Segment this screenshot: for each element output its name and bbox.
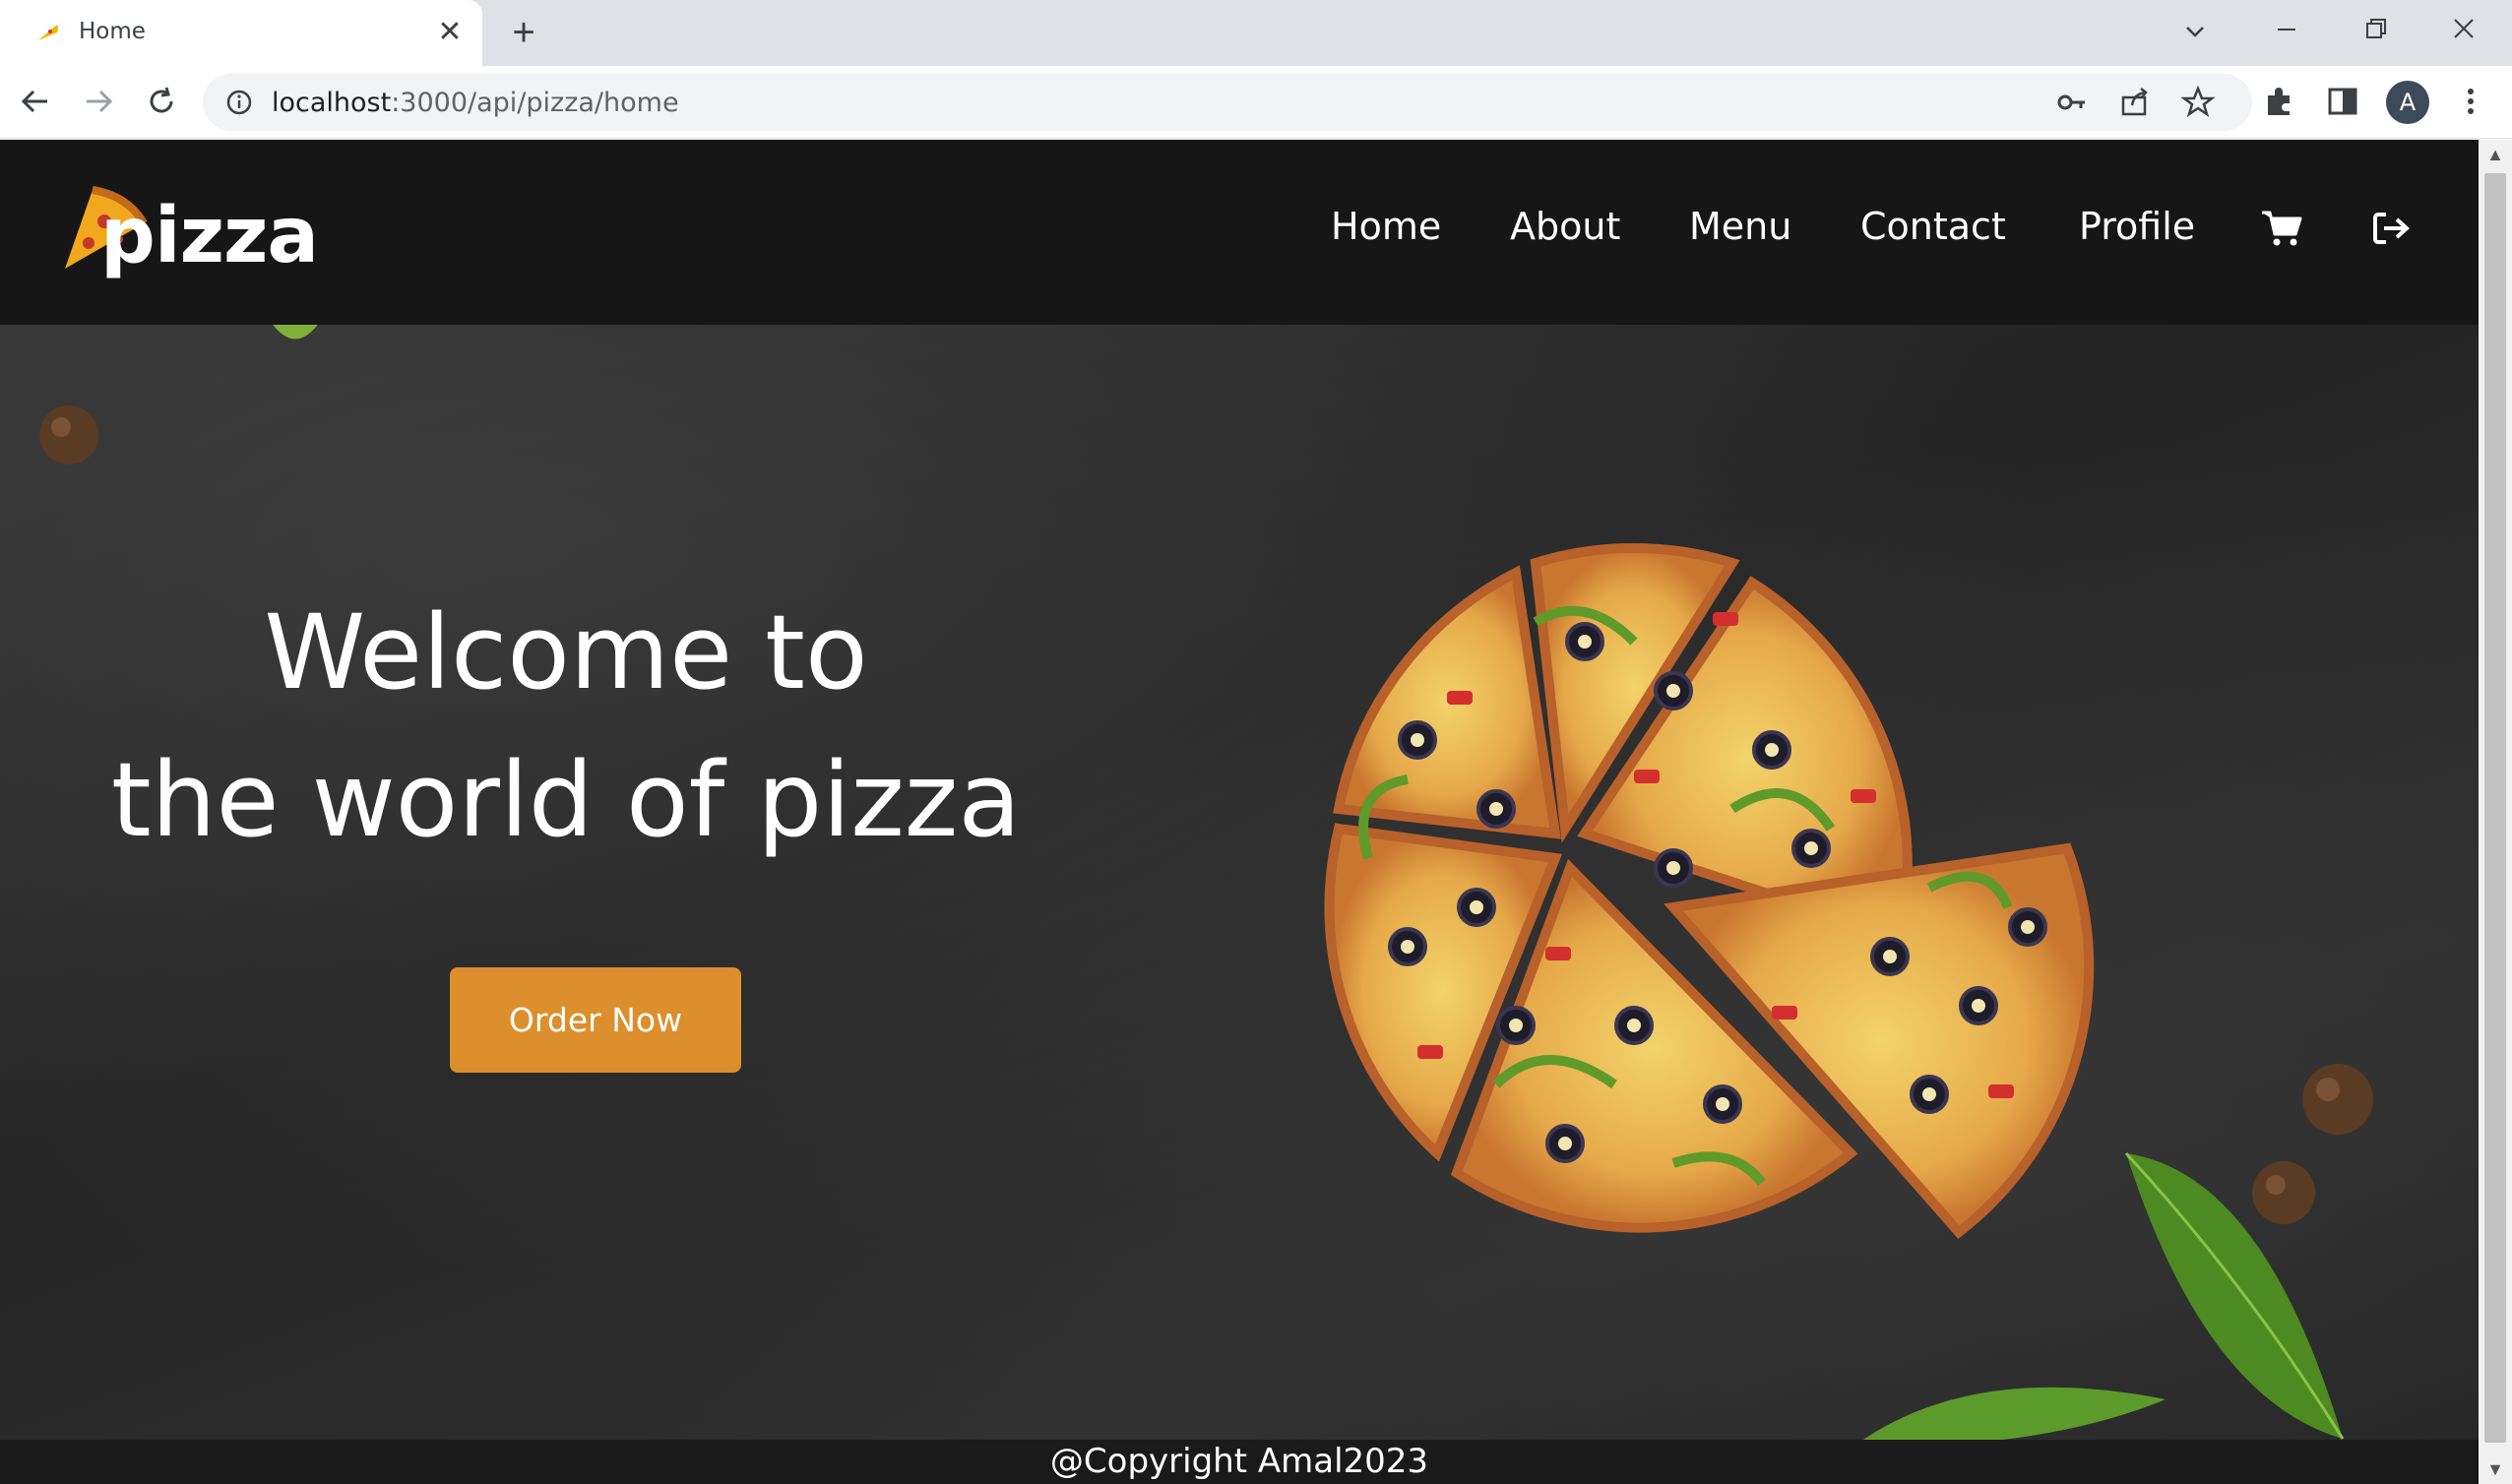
peppercorn-image: [39, 405, 98, 464]
logo-text: pizza: [100, 192, 319, 280]
tab-title: Home: [79, 19, 146, 44]
copyright-text: @Copyright Amal2023: [1049, 1442, 1429, 1481]
menu-dots-icon[interactable]: [2451, 82, 2490, 121]
site-navbar: pizza Home About Menu Contact Profile: [0, 140, 2479, 325]
url-text[interactable]: localhost:3000/api/pizza/home: [272, 88, 679, 118]
cart-icon[interactable]: [2260, 209, 2303, 248]
basil-leaf-image: [271, 322, 320, 340]
restore-icon: [2366, 19, 2386, 38]
scroll-down-arrow-icon[interactable]: ▼: [2479, 1454, 2512, 1484]
restore-button[interactable]: [2331, 0, 2419, 59]
nav-link-home[interactable]: Home: [1331, 205, 1441, 248]
star-icon[interactable]: [2181, 86, 2215, 119]
browser-tab-strip: Home ✕ +: [0, 0, 2512, 66]
reload-icon[interactable]: [140, 80, 183, 123]
site-footer: @Copyright Amal2023: [0, 1440, 2479, 1484]
key-icon[interactable]: [2055, 86, 2089, 119]
minimize-button[interactable]: [2242, 0, 2331, 59]
address-bar[interactable]: localhost:3000/api/pizza/home: [203, 74, 2252, 131]
hero-heading-line2: the world of pizza: [110, 740, 1022, 860]
scroll-thumb[interactable]: [2484, 173, 2506, 1443]
logout-icon[interactable]: [2370, 209, 2414, 248]
page-scrollbar[interactable]: ▲ ▼: [2479, 140, 2512, 1484]
share-icon[interactable]: [2118, 86, 2152, 119]
scroll-up-arrow-icon[interactable]: ▲: [2479, 140, 2512, 169]
page-viewport: pizza Home About Menu Contact Profile We…: [0, 140, 2479, 1484]
extensions-icon[interactable]: [2260, 82, 2299, 121]
browser-toolbar: localhost:3000/api/pizza/home A: [0, 66, 2512, 139]
side-panel-icon[interactable]: [2323, 82, 2362, 121]
forward-icon[interactable]: [77, 80, 120, 123]
nav-link-profile[interactable]: Profile: [2079, 205, 2195, 248]
pizza-favicon-icon: [38, 25, 58, 40]
close-icon: [2454, 19, 2474, 38]
pizza-image: [1324, 542, 2095, 1239]
site-logo[interactable]: pizza: [59, 184, 319, 292]
tab-close-icon[interactable]: ✕: [433, 16, 467, 49]
order-now-button[interactable]: Order Now: [450, 967, 741, 1073]
minimize-icon: [2278, 29, 2295, 31]
nav-link-menu[interactable]: Menu: [1689, 205, 1791, 248]
profile-avatar[interactable]: A: [2386, 81, 2429, 124]
hero-heading-line1: Welcome to: [264, 592, 868, 712]
back-icon[interactable]: [14, 80, 57, 123]
close-window-button[interactable]: [2419, 0, 2508, 59]
nav-link-about[interactable]: About: [1510, 205, 1620, 248]
nav-link-contact[interactable]: Contact: [1860, 205, 2006, 248]
tab-search-chevron-icon[interactable]: [2175, 12, 2215, 51]
browser-tab-home[interactable]: Home ✕: [0, 0, 482, 66]
new-tab-button[interactable]: +: [502, 12, 545, 55]
url-host: localhost: [272, 88, 392, 118]
url-path: :3000/api/pizza/home: [391, 88, 679, 118]
info-icon[interactable]: [224, 88, 254, 117]
